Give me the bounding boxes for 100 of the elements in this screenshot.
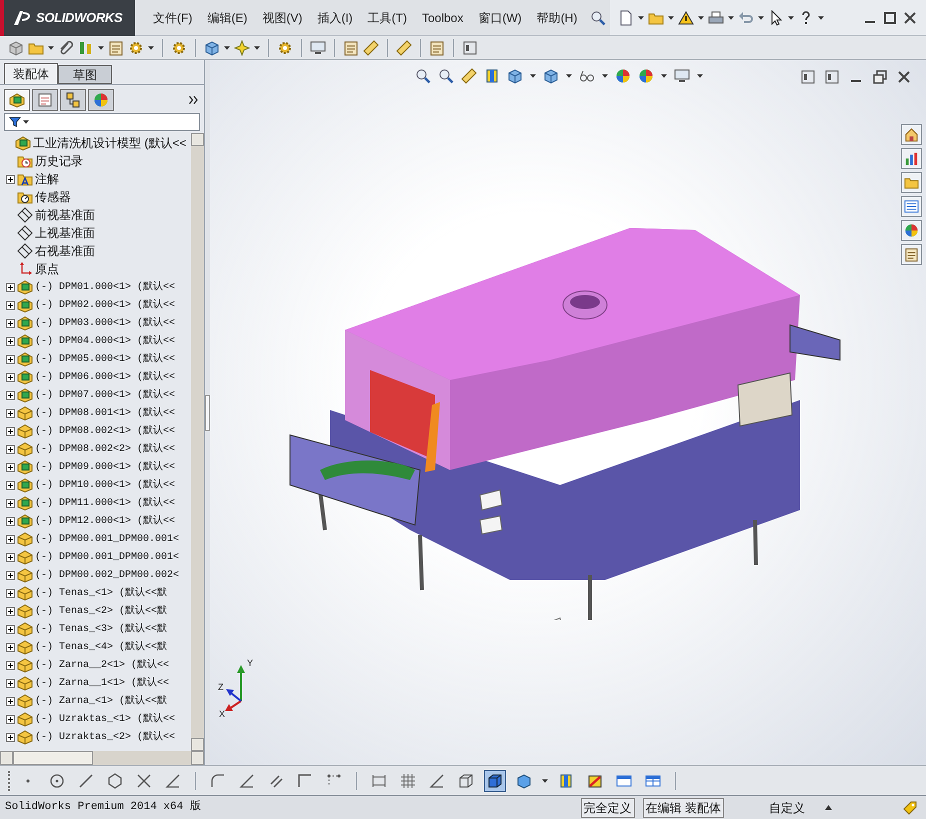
caret-icon[interactable]: [788, 16, 794, 20]
expand-toggle[interactable]: [6, 174, 15, 184]
tree-item[interactable]: (-) Tenas_<2> (默认<<默: [35, 604, 168, 618]
caret-icon[interactable]: [224, 46, 230, 50]
tree-item[interactable]: 工业清洗机设计模型 (默认<<: [33, 134, 186, 152]
paperclip-icon[interactable]: [58, 40, 74, 56]
tree-item[interactable]: (-) Zarna__2<1> (默认<<: [35, 658, 170, 672]
tree-item[interactable]: (-) DPM12.000<1> (默认<<: [35, 514, 176, 528]
maximize-icon[interactable]: [882, 10, 898, 26]
ruler-icon[interactable]: [461, 68, 477, 84]
expand-toggle[interactable]: [6, 318, 15, 328]
panel-tab[interactable]: 装配体: [4, 63, 58, 84]
tree-item[interactable]: (-) DPM04.000<1> (默认<<: [35, 334, 176, 348]
expand-toggle[interactable]: [6, 444, 15, 454]
toolbar-button[interactable]: [484, 770, 506, 792]
tree-item[interactable]: 前视基准面: [35, 206, 95, 224]
sparkle-icon[interactable]: [234, 40, 250, 56]
caret-icon[interactable]: [661, 74, 667, 78]
tree-item[interactable]: (-) DPM10.000<1> (默认<<: [35, 478, 176, 492]
caret-icon[interactable]: [254, 46, 260, 50]
tree-item[interactable]: (-) DPM03.000<1> (默认<<: [35, 316, 176, 330]
expand-toggle[interactable]: [6, 390, 15, 400]
tree-item[interactable]: (-) Uzraktas_<2> (默认<<: [35, 730, 176, 744]
cube-icon[interactable]: [8, 40, 24, 56]
warning-icon[interactable]: [678, 10, 694, 26]
caret-icon[interactable]: [668, 16, 674, 20]
expand-toggle[interactable]: [6, 336, 15, 346]
tree-item[interactable]: (-) DPM08.002<1> (默认<<: [35, 424, 176, 438]
menu-item[interactable]: 视图(V): [256, 8, 308, 26]
tree-item[interactable]: 注解: [35, 170, 59, 188]
expand-toggle[interactable]: [6, 408, 15, 418]
tree-item[interactable]: (-) Uzraktas_<1> (默认<<: [35, 712, 176, 726]
caret-icon[interactable]: [698, 16, 704, 20]
caret-icon[interactable]: [48, 46, 54, 50]
caret-icon[interactable]: [818, 16, 824, 20]
menu-item[interactable]: 编辑(E): [201, 8, 254, 26]
expand-toggle[interactable]: [6, 732, 15, 742]
ruler-icon[interactable]: [363, 40, 379, 56]
expand-toggle[interactable]: [6, 498, 15, 508]
units-button[interactable]: 自定义: [769, 798, 805, 816]
manager-tab[interactable]: [32, 89, 58, 111]
tree-item[interactable]: (-) DPM08.002<2> (默认<<: [35, 442, 176, 456]
clipboard-icon[interactable]: [343, 40, 359, 56]
caret-icon[interactable]: [148, 46, 154, 50]
tree-item[interactable]: (-) Tenas_<4> (默认<<默: [35, 640, 168, 654]
tree-item[interactable]: (-) DPM01.000<1> (默认<<: [35, 280, 176, 294]
cube-icon[interactable]: [543, 68, 559, 84]
splitter-handle[interactable]: [205, 394, 210, 430]
task-pane-tab[interactable]: [901, 244, 922, 265]
zoom-icon[interactable]: [415, 68, 431, 84]
tree-item[interactable]: 原点: [35, 260, 59, 278]
menu-item[interactable]: Toolbox: [416, 8, 470, 26]
caret-icon[interactable]: [602, 74, 608, 78]
new-document-icon[interactable]: [618, 10, 634, 26]
caret-icon[interactable]: [542, 778, 548, 782]
monitor-icon[interactable]: [310, 40, 326, 56]
expand-toggle[interactable]: [6, 660, 15, 670]
expand-toggle[interactable]: [6, 372, 15, 382]
expand-toggle[interactable]: [6, 588, 15, 598]
chevron-icon[interactable]: [188, 94, 200, 106]
tree-item[interactable]: (-) DPM08.001<1> (默认<<: [35, 406, 176, 420]
tree-item[interactable]: (-) DPM07.000<1> (默认<<: [35, 388, 176, 402]
restore-icon[interactable]: [872, 69, 888, 85]
caret-icon[interactable]: [825, 805, 832, 810]
caret-icon[interactable]: [530, 74, 536, 78]
expand-toggle[interactable]: [6, 426, 15, 436]
expand-toggle[interactable]: [6, 480, 15, 490]
expand-toggle[interactable]: [6, 462, 15, 472]
tree-item[interactable]: 历史记录: [35, 152, 83, 170]
tree-item[interactable]: (-) Tenas_<1> (默认<<默: [35, 586, 168, 600]
task-pane-tab[interactable]: [901, 172, 922, 193]
menu-item[interactable]: 插入(I): [311, 8, 359, 26]
expand-toggle[interactable]: [6, 516, 15, 526]
tree-item[interactable]: (-) DPM09.000<1> (默认<<: [35, 460, 176, 474]
expand-toggle[interactable]: [6, 678, 15, 688]
close-icon[interactable]: [896, 69, 912, 85]
expand-toggle[interactable]: [6, 624, 15, 634]
tree-item[interactable]: (-) DPM00.001_DPM00.001<: [35, 532, 180, 546]
caret-icon[interactable]: [728, 16, 734, 20]
tree-item[interactable]: (-) Zarna_<1> (默认<<默: [35, 694, 168, 708]
color-ball-icon[interactable]: [638, 68, 654, 84]
clipboard-icon[interactable]: [108, 40, 124, 56]
gear-icon[interactable]: [277, 40, 293, 56]
expand-toggle[interactable]: [6, 714, 15, 724]
expand-toggle[interactable]: [6, 282, 15, 292]
tree-item[interactable]: (-) Zarna__1<1> (默认<<: [35, 676, 170, 690]
gear-icon[interactable]: [171, 40, 187, 56]
printer-icon[interactable]: [708, 10, 724, 26]
tag-icon[interactable]: [902, 800, 918, 816]
filter-field[interactable]: [4, 113, 200, 131]
monitor-icon[interactable]: [674, 68, 690, 84]
expand-toggle[interactable]: [6, 300, 15, 310]
expand-toggle[interactable]: [6, 642, 15, 652]
tile-icon[interactable]: [462, 40, 478, 56]
tree-item[interactable]: (-) DPM00.002_DPM00.002<: [35, 568, 180, 582]
manager-tab[interactable]: [60, 89, 86, 111]
tree-item[interactable]: 右视基准面: [35, 242, 95, 260]
scrollbar[interactable]: [191, 133, 204, 751]
expand-toggle[interactable]: [6, 552, 15, 562]
color-ball-icon[interactable]: [615, 68, 631, 84]
